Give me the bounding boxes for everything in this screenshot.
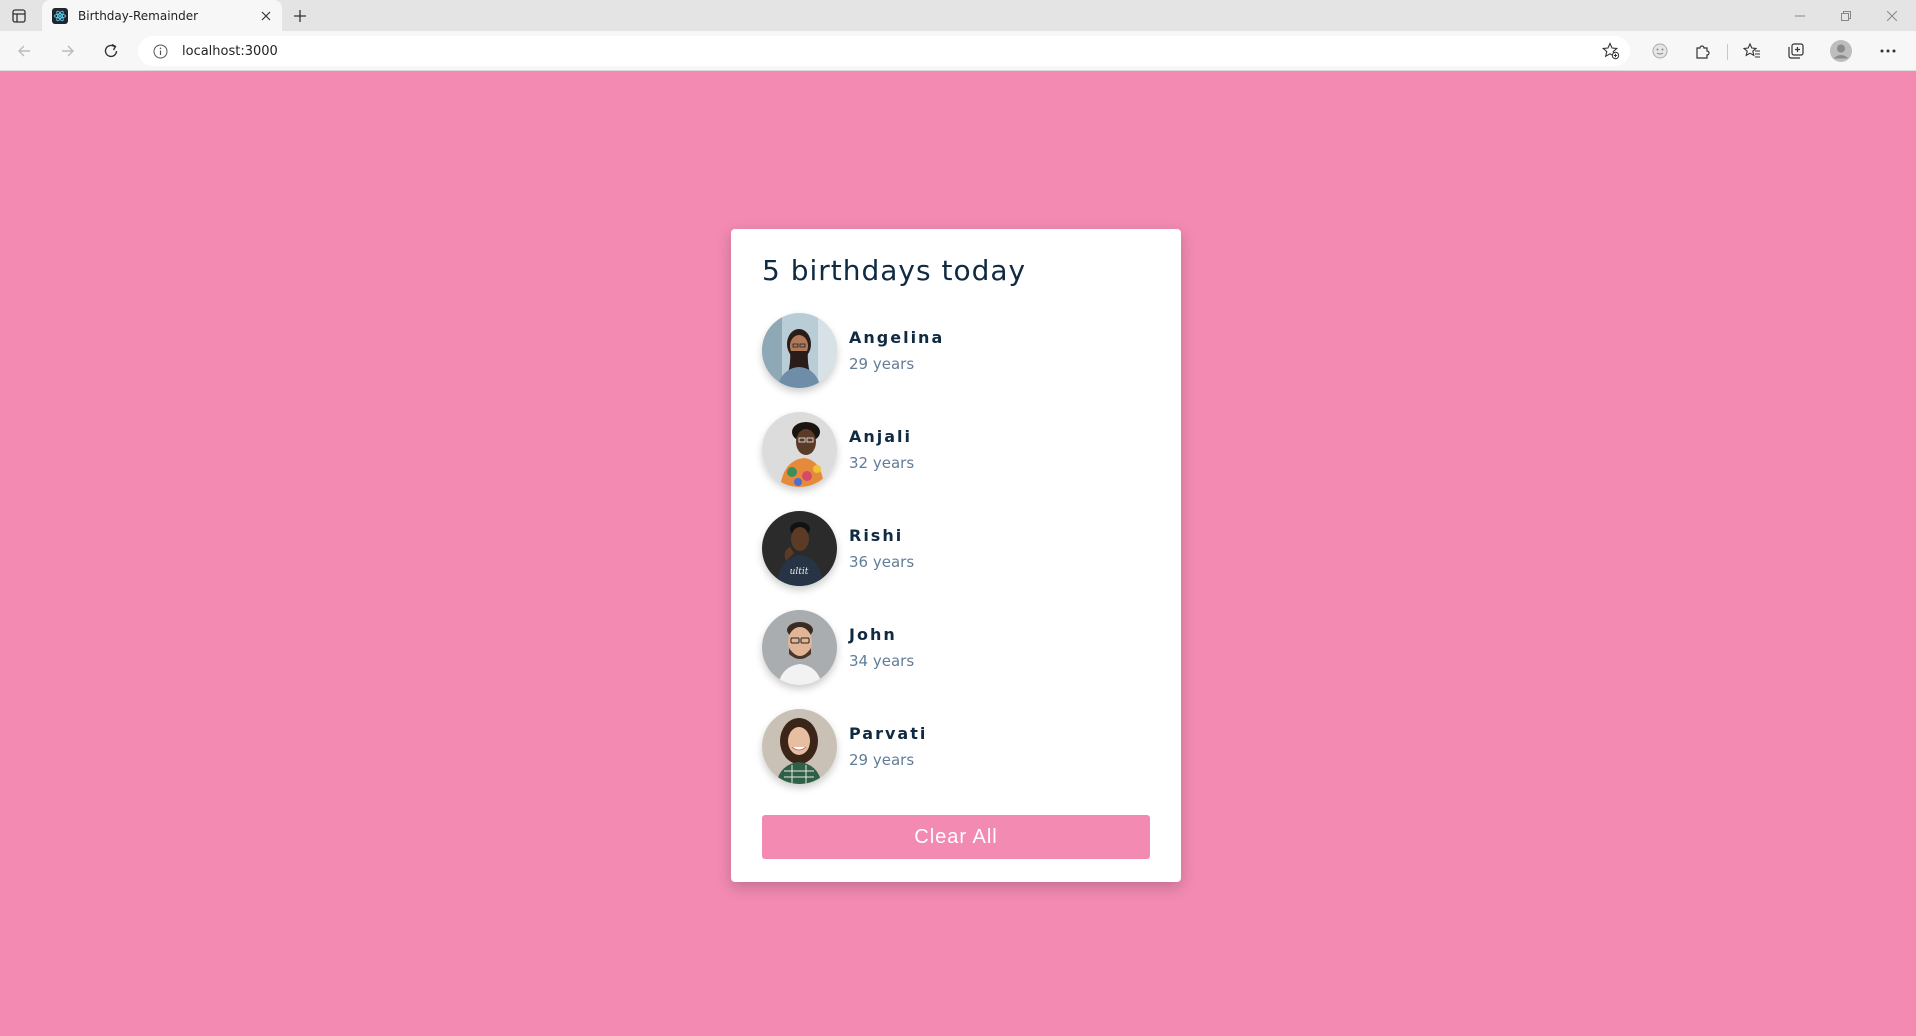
birthday-card: 5 birthdays today Angelina 29 years Anja… [731, 229, 1181, 882]
person-name: Angelina [849, 328, 945, 347]
page-title: 5 birthdays today [762, 254, 1027, 287]
restore-icon[interactable] [1823, 0, 1869, 31]
profile-avatar-icon[interactable] [1826, 37, 1856, 65]
birthday-list: Angelina 29 years Anjali 32 years ultit … [762, 313, 1150, 784]
address-bar[interactable]: localhost:3000 [138, 36, 1630, 66]
extension-face-icon[interactable] [1645, 37, 1675, 65]
person-age: 29 years [849, 751, 915, 769]
toolbar-divider [1727, 44, 1728, 60]
person-age: 36 years [849, 553, 915, 571]
person-info: Anjali 32 years [849, 427, 914, 472]
new-tab-icon[interactable] [288, 4, 312, 28]
person-info: Parvati 29 years [849, 724, 927, 769]
list-item: ultit Rishi 36 years [762, 511, 1150, 586]
list-item: Anjali 32 years [762, 412, 1150, 487]
close-tab-icon[interactable] [254, 4, 278, 28]
person-info: John 34 years [849, 625, 914, 670]
avatar [762, 709, 837, 784]
browser-tab-active[interactable]: Birthday-Remainder [42, 0, 282, 32]
tab-actions-icon[interactable] [8, 5, 30, 27]
favorites-icon[interactable] [1737, 37, 1767, 65]
person-name: John [849, 625, 897, 644]
person-info: Angelina 29 years [849, 328, 944, 373]
tab-strip: Birthday-Remainder [0, 0, 1916, 32]
avatar [762, 313, 837, 388]
url-text: localhost:3000 [182, 43, 278, 59]
collections-icon[interactable] [1781, 37, 1811, 65]
clear-all-button[interactable]: Clear All [762, 815, 1150, 859]
avatar [762, 610, 837, 685]
avatar [762, 412, 837, 487]
tab-title: Birthday-Remainder [78, 9, 199, 23]
refresh-icon[interactable] [97, 37, 125, 65]
person-name: Anjali [849, 427, 913, 446]
minimize-icon[interactable] [1777, 0, 1823, 31]
person-name: Parvati [849, 724, 928, 743]
person-name: Rishi [849, 526, 904, 545]
back-icon[interactable] [10, 37, 38, 65]
avatar: ultit [762, 511, 837, 586]
person-age: 34 years [849, 652, 915, 670]
list-item: Angelina 29 years [762, 313, 1150, 388]
list-item: Parvati 29 years [762, 709, 1150, 784]
list-item: John 34 years [762, 610, 1150, 685]
add-favorite-icon[interactable] [1598, 38, 1624, 64]
svg-text:ultit: ultit [790, 567, 809, 577]
extensions-puzzle-icon[interactable] [1688, 37, 1718, 65]
close-window-icon[interactable] [1869, 0, 1915, 31]
person-age: 29 years [849, 355, 915, 373]
forward-icon[interactable] [54, 37, 82, 65]
address-toolbar: localhost:3000 [0, 31, 1916, 71]
react-favicon-icon [52, 8, 68, 24]
person-age: 32 years [849, 454, 915, 472]
site-info-icon[interactable] [152, 43, 168, 59]
person-info: Rishi 36 years [849, 526, 914, 571]
more-menu-icon[interactable] [1873, 37, 1903, 65]
